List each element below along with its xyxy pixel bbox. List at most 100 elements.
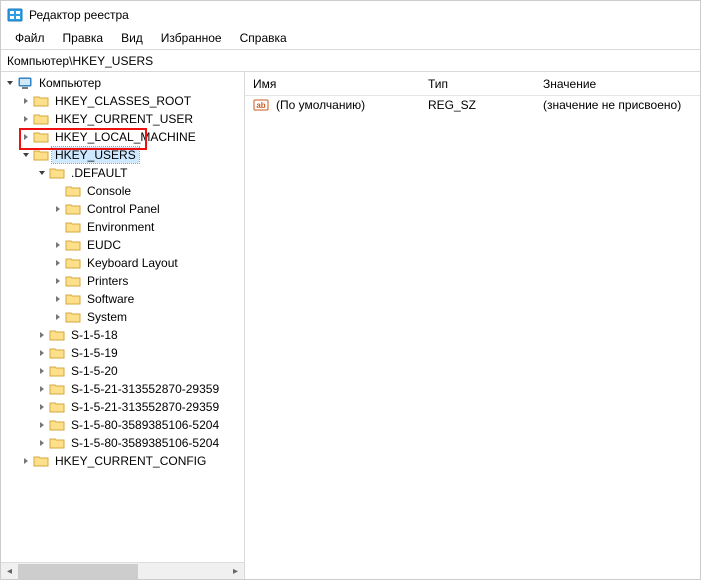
tree-s21a[interactable]: S-1-5-21-313552870-29359 (1, 380, 244, 398)
tree-scroll[interactable]: Компьютер HKEY_CLASSES_ROOT HKEY_CURRENT… (1, 72, 244, 562)
tree-hku[interactable]: HKEY_USERS (1, 146, 244, 164)
menu-edit[interactable]: Правка (55, 29, 112, 47)
tree-label: Keyboard Layout (84, 255, 181, 271)
folder-icon (49, 381, 65, 397)
chevron-right-icon[interactable] (35, 346, 49, 360)
col-header-name[interactable]: Имя (245, 72, 420, 95)
tree-label: Printers (84, 273, 131, 289)
tree-hkcu[interactable]: HKEY_CURRENT_USER (1, 110, 244, 128)
folder-icon (49, 345, 65, 361)
tree-hkcr[interactable]: HKEY_CLASSES_ROOT (1, 92, 244, 110)
tree-label: S-1-5-19 (68, 345, 121, 361)
tree-label: HKEY_CURRENT_USER (52, 111, 196, 127)
tree-eudc[interactable]: EUDC (1, 236, 244, 254)
folder-icon (33, 453, 49, 469)
chevron-right-icon[interactable] (35, 364, 49, 378)
tree-s80b[interactable]: S-1-5-80-3589385106-5204 (1, 434, 244, 452)
svg-text:ab: ab (256, 101, 265, 110)
chevron-right-icon[interactable] (35, 400, 49, 414)
menu-bar: Файл Правка Вид Избранное Справка (1, 29, 700, 49)
tree-console[interactable]: Console (1, 182, 244, 200)
tree-label: Компьютер (36, 75, 104, 91)
regedit-icon (7, 7, 23, 23)
tree-s18[interactable]: S-1-5-18 (1, 326, 244, 344)
scroll-left-icon[interactable]: ◂ (1, 563, 18, 579)
value-type: REG_SZ (428, 98, 476, 112)
tree-pane: Компьютер HKEY_CLASSES_ROOT HKEY_CURRENT… (1, 72, 245, 579)
col-header-value[interactable]: Значение (535, 72, 700, 95)
tree-hkcc[interactable]: HKEY_CURRENT_CONFIG (1, 452, 244, 470)
tree-label: EUDC (84, 237, 124, 253)
chevron-right-icon[interactable] (51, 292, 65, 306)
list-pane: Имя Тип Значение ab (По умолчанию) REG_S… (245, 72, 700, 579)
tree-label: S-1-5-20 (68, 363, 121, 379)
tree-label: System (84, 309, 130, 325)
tree-label: HKEY_LOCAL_MACHINE (52, 129, 199, 145)
chevron-right-icon[interactable] (51, 274, 65, 288)
title-bar: Редактор реестра (1, 1, 700, 29)
folder-icon (65, 255, 81, 271)
chevron-right-icon[interactable] (51, 310, 65, 324)
tree-label: HKEY_CLASSES_ROOT (52, 93, 194, 109)
chevron-right-icon[interactable] (51, 202, 65, 216)
tree-controlpanel[interactable]: Control Panel (1, 200, 244, 218)
tree-environment[interactable]: Environment (1, 218, 244, 236)
folder-icon (65, 273, 81, 289)
tree-s20[interactable]: S-1-5-20 (1, 362, 244, 380)
chevron-down-icon[interactable] (3, 76, 17, 90)
chevron-right-icon[interactable] (35, 418, 49, 432)
value-name: (По умолчанию) (276, 98, 365, 112)
chevron-down-icon[interactable] (19, 148, 33, 162)
chevron-right-icon[interactable] (19, 454, 33, 468)
tree-software[interactable]: Software (1, 290, 244, 308)
chevron-right-icon[interactable] (19, 130, 33, 144)
chevron-right-icon[interactable] (51, 256, 65, 270)
tree-root[interactable]: Компьютер (1, 74, 244, 92)
chevron-right-icon[interactable] (51, 238, 65, 252)
tree-label: Console (84, 183, 134, 199)
scroll-right-icon[interactable]: ▸ (227, 563, 244, 579)
address-bar[interactable]: Компьютер\HKEY_USERS (1, 50, 700, 72)
menu-help[interactable]: Справка (232, 29, 295, 47)
scroll-thumb[interactable] (18, 564, 138, 579)
content-area: Компьютер HKEY_CLASSES_ROOT HKEY_CURRENT… (1, 72, 700, 579)
tree-label: S-1-5-80-3589385106-5204 (68, 435, 222, 451)
folder-icon (49, 327, 65, 343)
tree-label: S-1-5-21-313552870-29359 (68, 399, 222, 415)
tree-s21b[interactable]: S-1-5-21-313552870-29359 (1, 398, 244, 416)
menu-view[interactable]: Вид (113, 29, 151, 47)
value-data: (значение не присвоено) (543, 98, 681, 112)
tree-hscrollbar[interactable]: ◂ ▸ (1, 562, 244, 579)
chevron-down-icon[interactable] (35, 166, 49, 180)
folder-icon (65, 237, 81, 253)
tree-s19[interactable]: S-1-5-19 (1, 344, 244, 362)
tree-keyboard[interactable]: Keyboard Layout (1, 254, 244, 272)
tree-s80a[interactable]: S-1-5-80-3589385106-5204 (1, 416, 244, 434)
tree-default[interactable]: .DEFAULT (1, 164, 244, 182)
tree-label: S-1-5-80-3589385106-5204 (68, 417, 222, 433)
chevron-right-icon[interactable] (35, 328, 49, 342)
list-body[interactable]: ab (По умолчанию) REG_SZ (значение не пр… (245, 96, 700, 579)
folder-icon (65, 201, 81, 217)
folder-icon (49, 165, 65, 181)
menu-file[interactable]: Файл (7, 29, 53, 47)
menu-favorites[interactable]: Избранное (153, 29, 230, 47)
folder-icon (49, 417, 65, 433)
chevron-right-icon[interactable] (35, 436, 49, 450)
tree-label: HKEY_USERS (52, 147, 139, 163)
tree-system[interactable]: System (1, 308, 244, 326)
list-row[interactable]: ab (По умолчанию) REG_SZ (значение не пр… (245, 96, 700, 114)
col-header-label: Имя (253, 77, 276, 91)
col-header-label: Значение (543, 77, 596, 91)
folder-icon (33, 129, 49, 145)
scroll-track[interactable] (18, 563, 227, 579)
chevron-right-icon[interactable] (19, 112, 33, 126)
tree-label: Environment (84, 219, 157, 235)
col-header-type[interactable]: Тип (420, 72, 535, 95)
folder-icon (49, 435, 65, 451)
chevron-right-icon[interactable] (35, 382, 49, 396)
tree-hklm[interactable]: HKEY_LOCAL_MACHINE (1, 128, 244, 146)
tree-printers[interactable]: Printers (1, 272, 244, 290)
tree-label: HKEY_CURRENT_CONFIG (52, 453, 209, 469)
chevron-right-icon[interactable] (19, 94, 33, 108)
